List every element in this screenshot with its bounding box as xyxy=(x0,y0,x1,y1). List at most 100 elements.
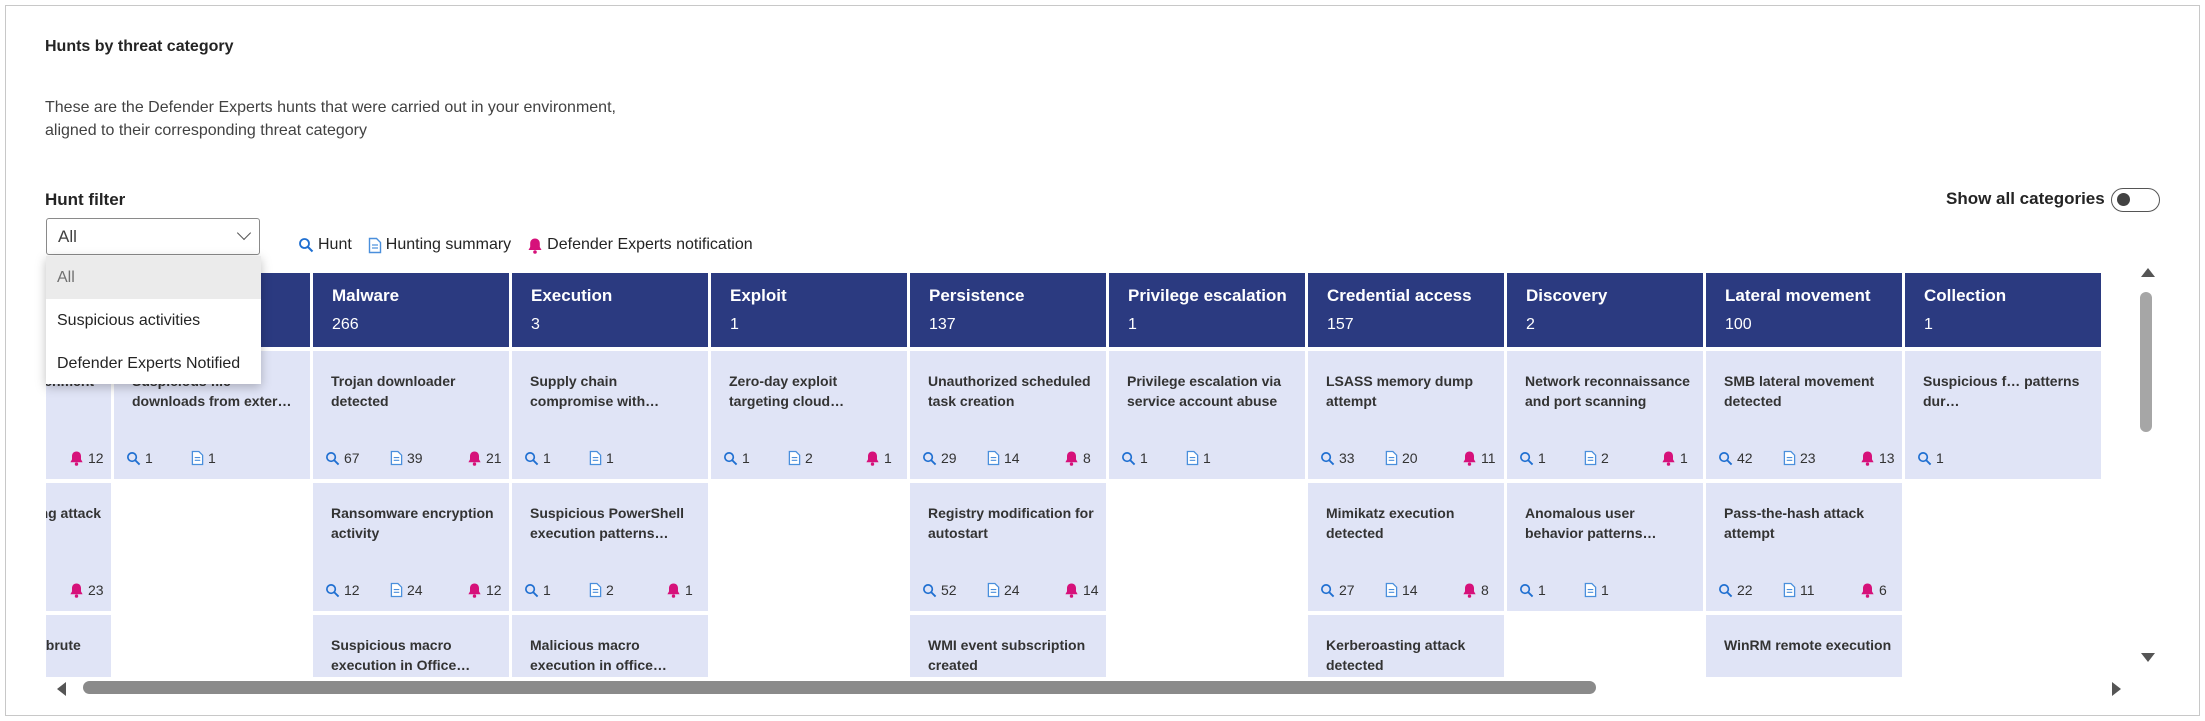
hunt-card[interactable]: Suspicious PowerShell execution patterns… xyxy=(512,483,708,611)
filter-option-all[interactable]: All xyxy=(46,256,261,299)
hunt-card[interactable]: Pass-the-hash attack attempt 22 11 6 xyxy=(1706,483,1902,611)
hunt-card[interactable]: Unauthorized scheduled task creation 29 14… xyxy=(910,351,1106,479)
vertical-scrollbar[interactable] xyxy=(2137,264,2157,676)
search-icon xyxy=(1719,451,1733,465)
category-name: Execution xyxy=(531,286,613,305)
bell-icon xyxy=(468,451,481,466)
category-column: Collection 1 Suspicious f… patterns dur… 1 xyxy=(1905,273,2101,479)
bell-icon xyxy=(1861,583,1874,598)
description-line-1: These are the Defender Experts hunts tha… xyxy=(45,99,616,116)
bell-icon xyxy=(667,583,680,598)
document-icon xyxy=(589,450,602,466)
category-header[interactable]: Execution 3 xyxy=(512,273,708,347)
notification-count: 23 xyxy=(69,582,104,598)
category-header[interactable]: Persistence 137 xyxy=(910,273,1106,347)
hunt-card-title: LSASS memory dump attempt xyxy=(1326,373,1474,409)
hunt-card[interactable]: Suspicious macro execution in Office… xyxy=(313,615,509,677)
hunt-filter-select[interactable]: All xyxy=(46,218,260,255)
notification-count-value: 1 xyxy=(1680,450,1688,466)
category-column: Credential access 157 LSASS memory dump at… xyxy=(1308,273,1504,677)
bell-icon xyxy=(1463,451,1476,466)
hunt-card[interactable]: Remote desktop brute force attempts xyxy=(46,615,111,677)
notification-count-value: 12 xyxy=(486,582,502,598)
hunt-card[interactable]: Malicious macro execution in office… xyxy=(512,615,708,677)
category-header[interactable]: Exploit 1 xyxy=(711,273,907,347)
hunt-count: 1 xyxy=(1519,450,1546,466)
scroll-left-icon[interactable] xyxy=(57,682,66,696)
vertical-scroll-thumb[interactable] xyxy=(2140,292,2152,432)
document-icon xyxy=(1783,582,1796,598)
category-header[interactable]: Privilege escalation 1 xyxy=(1109,273,1305,347)
hunt-card[interactable]: WinRM remote execution xyxy=(1706,615,1902,677)
hunt-count-value: 52 xyxy=(941,582,957,598)
hunt-count-value: 1 xyxy=(543,582,551,598)
horizontal-scroll-thumb[interactable] xyxy=(83,681,1596,694)
category-header[interactable]: Malware 266 xyxy=(313,273,509,347)
notification-count: 11 xyxy=(1462,450,1496,466)
hunt-card[interactable]: Anomalous user behavior patterns… 1 1 xyxy=(1507,483,1703,611)
category-name: Persistence xyxy=(929,286,1025,305)
summary-count: 14 xyxy=(987,450,1020,466)
hunt-card[interactable]: Suspicious f… patterns dur… 1 xyxy=(1905,351,2101,479)
hunt-card[interactable]: Registry modification for autostart 52 24 1… xyxy=(910,483,1106,611)
hunt-count: 1 xyxy=(723,450,750,466)
bell-icon xyxy=(70,583,83,598)
notification-count: 8 xyxy=(1064,450,1091,466)
hunt-count-value: 42 xyxy=(1737,450,1753,466)
hunt-card-title: Kerberoasting attack detected xyxy=(1326,637,1466,673)
bell-icon xyxy=(1861,451,1874,466)
hunt-card[interactable]: LSASS memory dump attempt 33 20 11 xyxy=(1308,351,1504,479)
filter-option-suspicious-activities[interactable]: Suspicious activities xyxy=(46,299,261,342)
hunt-count: 42 xyxy=(1718,450,1753,466)
bell-icon xyxy=(70,451,83,466)
category-header[interactable]: Lateral movement 100 xyxy=(1706,273,1902,347)
notification-count-value: 13 xyxy=(1879,450,1895,466)
notification-count-value: 8 xyxy=(1481,582,1489,598)
document-icon xyxy=(390,450,403,466)
hunt-card[interactable]: Ransomware encryption activity 12 24 12 xyxy=(313,483,509,611)
category-header[interactable]: Credential access 157 xyxy=(1308,273,1504,347)
hunt-card-title: Credential stuffing attack detected xyxy=(46,505,102,521)
summary-count: 14 xyxy=(1385,582,1418,598)
notification-count-value: 21 xyxy=(486,450,502,466)
hunt-card-title: Unauthorized scheduled task creation xyxy=(928,373,1091,409)
category-column: Execution 3 Supply chain compromise with… 1… xyxy=(512,273,708,677)
hunt-card[interactable]: Privilege escalation via service account… xyxy=(1109,351,1305,479)
category-count: 137 xyxy=(929,316,956,333)
horizontal-scrollbar[interactable] xyxy=(52,680,2127,696)
bell-icon xyxy=(1065,451,1078,466)
hunt-card-title: WMI event subscription created xyxy=(928,637,1086,673)
category-count: 1 xyxy=(1128,316,1137,333)
hunt-card[interactable]: Mimikatz execution detected 27 14 8 xyxy=(1308,483,1504,611)
hunt-card[interactable]: SMB lateral movement detected 42 23 13 xyxy=(1706,351,1902,479)
bell-icon xyxy=(468,583,481,598)
category-header[interactable]: Collection 1 xyxy=(1905,273,2101,347)
search-icon xyxy=(326,583,340,597)
bell-icon xyxy=(1463,583,1476,598)
filter-option-defender-experts-notified[interactable]: Defender Experts Notified xyxy=(46,342,261,385)
summary-count-value: 1 xyxy=(606,450,614,466)
hunt-card[interactable]: Trojan downloader detected 67 39 21 xyxy=(313,351,509,479)
hunt-count-value: 22 xyxy=(1737,582,1753,598)
show-all-categories-toggle[interactable] xyxy=(2111,188,2160,212)
category-header[interactable]: Discovery 2 xyxy=(1507,273,1703,347)
hunt-card[interactable]: Supply chain compromise with… 1 1 xyxy=(512,351,708,479)
notification-count-value: 1 xyxy=(685,582,693,598)
category-name: Credential access xyxy=(1327,286,1472,305)
chevron-down-icon xyxy=(236,225,252,241)
hunt-card[interactable]: Network reconnaissance and port scanning… xyxy=(1507,351,1703,479)
bell-icon xyxy=(866,451,879,466)
hunt-card[interactable]: Credential stuffing attack detected89382… xyxy=(46,483,111,611)
summary-count-value: 14 xyxy=(1402,582,1418,598)
scroll-right-icon[interactable] xyxy=(2112,682,2121,696)
category-board: … malicious attachment472012Credential s… xyxy=(46,273,2136,677)
hunt-card-title: Mimikatz execution detected xyxy=(1326,505,1455,541)
hunt-card[interactable]: Zero-day exploit targeting cloud… 1 2 1 xyxy=(711,351,907,479)
summary-count-value: 2 xyxy=(805,450,813,466)
hunt-count: 1 xyxy=(524,582,551,598)
hunt-card[interactable]: Kerberoasting attack detected xyxy=(1308,615,1504,677)
scroll-down-icon[interactable] xyxy=(2141,653,2155,662)
hunt-count: 1 xyxy=(524,450,551,466)
scroll-up-icon[interactable] xyxy=(2141,268,2155,277)
hunt-card[interactable]: WMI event subscription created xyxy=(910,615,1106,677)
